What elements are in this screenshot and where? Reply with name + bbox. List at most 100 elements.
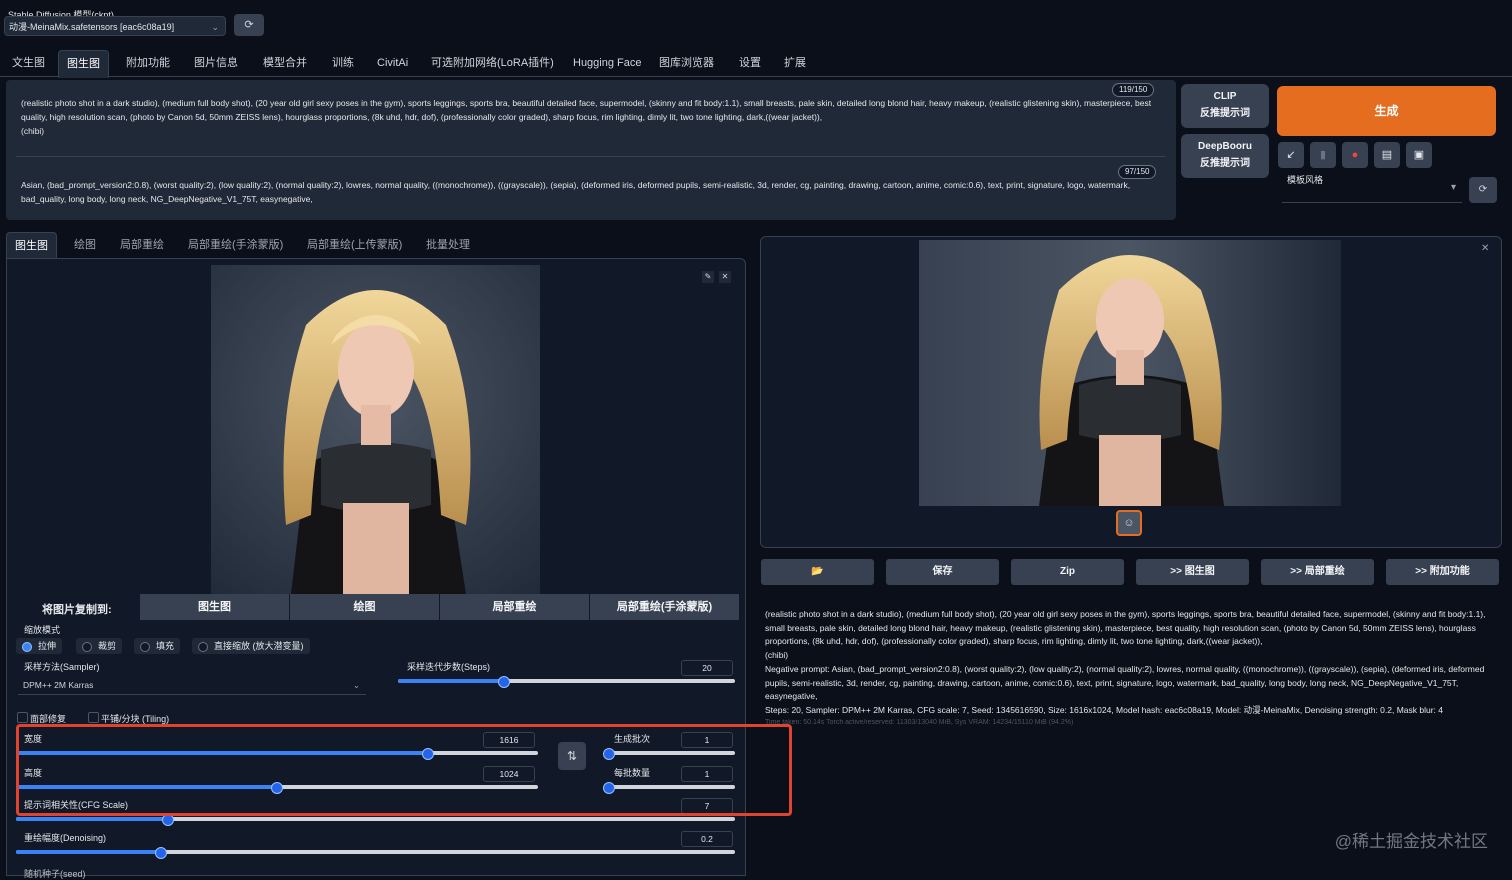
pencil-icon: ✎ bbox=[704, 272, 712, 281]
sampler-dropdown[interactable]: DPM++ 2M Karras ⌄ bbox=[18, 675, 366, 695]
refresh-checkpoint-button[interactable]: ⟳ bbox=[234, 14, 264, 36]
denoising-slider[interactable] bbox=[16, 847, 735, 859]
open-folder-button[interactable]: 📂 bbox=[761, 559, 874, 585]
denoising-input[interactable]: 0.2 bbox=[681, 831, 733, 847]
info-prompt: (realistic photo shot in a dark studio),… bbox=[765, 609, 1486, 647]
tiling-checkbox[interactable] bbox=[88, 712, 99, 723]
slider-knob[interactable] bbox=[154, 847, 167, 859]
clear-prompt-button[interactable]: ▮ bbox=[1310, 142, 1336, 168]
resize-option-label: 拉伸 bbox=[38, 641, 57, 651]
checkpoint-value: 动漫-MeinaMix.safetensors [eac6c08a19] bbox=[9, 22, 175, 32]
resize-option-fill[interactable]: 填充 bbox=[134, 638, 181, 654]
tab-hugging-face[interactable]: Hugging Face bbox=[565, 50, 650, 76]
prompt-token-counter: 119/150 bbox=[1112, 83, 1155, 97]
show-extra-networks-button[interactable]: ● bbox=[1342, 142, 1368, 168]
deepbooru-sublabel: 反推提示词 bbox=[1200, 158, 1250, 169]
tab-image-browser[interactable]: 图库浏览器 bbox=[651, 50, 722, 76]
slider-fill bbox=[16, 817, 167, 821]
save-style-button[interactable]: ▣ bbox=[1406, 142, 1432, 168]
refresh-styles-button[interactable]: ⟳ bbox=[1469, 177, 1497, 203]
positive-prompt-line3: (chibi) bbox=[21, 126, 45, 136]
steps-label: 采样迭代步数(Steps) bbox=[407, 662, 491, 672]
chevron-down-icon: ▾ bbox=[1450, 182, 1456, 193]
resize-option-stretch[interactable]: 拉伸 bbox=[16, 638, 63, 654]
slider-fill bbox=[398, 679, 504, 683]
copy-to-sketch-button[interactable]: 绘图 bbox=[290, 594, 439, 620]
chevron-down-icon: ⌄ bbox=[211, 22, 219, 32]
radio-dot bbox=[82, 642, 92, 652]
info-negative: Negative prompt: Asian, (bad_prompt_vers… bbox=[765, 663, 1485, 702]
trash-icon: ▮ bbox=[1319, 149, 1327, 161]
main-tabs: 文生图 图生图 附加功能 图片信息 模型合并 训练 CivitAi 可选附加网络… bbox=[0, 50, 1512, 78]
tab-txt2img[interactable]: 文生图 bbox=[4, 50, 53, 76]
tab-extras[interactable]: 附加功能 bbox=[118, 50, 178, 76]
edit-image-button[interactable]: ✎ bbox=[702, 271, 714, 283]
subtab-inpaint[interactable]: 局部重绘 bbox=[112, 232, 172, 258]
input-image[interactable] bbox=[211, 265, 540, 594]
denoising-label: 重绘幅度(Denoising) bbox=[24, 833, 107, 843]
subtab-sketch[interactable]: 绘图 bbox=[66, 232, 104, 258]
steps-input[interactable]: 20 bbox=[681, 660, 733, 676]
send-to-inpaint-button[interactable]: >> 局部重绘 bbox=[1261, 559, 1374, 585]
clipboard-icon: ▤ bbox=[1381, 149, 1393, 161]
copy-to-label: 将图片复制到: bbox=[42, 604, 112, 616]
tab-train[interactable]: 训练 bbox=[324, 50, 362, 76]
close-gallery-button[interactable]: ✕ bbox=[1481, 243, 1489, 254]
info-prompt-line2: (chibi) bbox=[765, 650, 789, 661]
tab-lora[interactable]: 可选附加网络(LoRA插件) bbox=[423, 50, 562, 76]
watermark-text: @稀土掘金技术社区 bbox=[1334, 832, 1488, 851]
info-params: Steps: 20, Sampler: DPM++ 2M Karras, CFG… bbox=[765, 704, 1443, 715]
copy-to-inpaint-button[interactable]: 局部重绘 bbox=[440, 594, 589, 620]
output-image[interactable] bbox=[919, 240, 1341, 506]
subtab-inpaint-upload[interactable]: 局部重绘(上传蒙版) bbox=[299, 232, 410, 258]
sampler-value: DPM++ 2M Karras bbox=[23, 680, 94, 690]
resize-option-crop[interactable]: 裁剪 bbox=[76, 638, 123, 654]
resize-option-latent[interactable]: 直接缩放 (放大潜变量) bbox=[192, 638, 310, 654]
radio-dot bbox=[140, 642, 150, 652]
clip-sublabel: 反推提示词 bbox=[1200, 108, 1250, 119]
clip-interrogate-button[interactable]: CLIP 反推提示词 bbox=[1181, 84, 1269, 128]
resize-mode-label: 缩放模式 bbox=[24, 625, 61, 635]
deepbooru-label: DeepBooru bbox=[1198, 141, 1252, 152]
tab-civitai[interactable]: CivitAi bbox=[369, 50, 416, 76]
generate-button[interactable]: 生成 bbox=[1277, 86, 1496, 136]
tab-model-merge[interactable]: 模型合并 bbox=[255, 50, 315, 76]
close-icon: ✕ bbox=[721, 272, 729, 281]
clip-label: CLIP bbox=[1213, 91, 1237, 102]
restore-faces-checkbox[interactable] bbox=[17, 712, 28, 723]
tab-extensions[interactable]: 扩展 bbox=[776, 50, 814, 76]
checkpoint-dropdown[interactable]: 动漫-MeinaMix.safetensors [eac6c08a19] ⌄ bbox=[4, 16, 226, 36]
resize-option-label: 直接缩放 (放大潜变量) bbox=[214, 641, 304, 651]
portrait-image bbox=[211, 265, 540, 594]
refresh-icon: ⟳ bbox=[244, 19, 254, 31]
read-params-button[interactable]: ↙ bbox=[1278, 142, 1304, 168]
send-to-extras-button[interactable]: >> 附加功能 bbox=[1386, 559, 1499, 585]
radio-dot bbox=[198, 642, 208, 652]
output-portrait-image bbox=[919, 240, 1341, 506]
tab-png-info[interactable]: 图片信息 bbox=[186, 50, 246, 76]
save-output-button[interactable]: 保存 bbox=[886, 559, 999, 585]
deepbooru-interrogate-button[interactable]: DeepBooru 反推提示词 bbox=[1181, 134, 1269, 178]
subtab-inpaint-sketch[interactable]: 局部重绘(手涂蒙版) bbox=[180, 232, 291, 258]
subtab-batch[interactable]: 批量处理 bbox=[418, 232, 478, 258]
zip-output-button[interactable]: Zip bbox=[1011, 559, 1124, 585]
positive-prompt-input[interactable]: (realistic photo shot in a dark studio),… bbox=[21, 96, 1161, 138]
sampler-label: 采样方法(Sampler) bbox=[24, 662, 100, 672]
clear-image-button[interactable]: ✕ bbox=[719, 271, 731, 283]
send-to-img2img-button[interactable]: >> 图生图 bbox=[1136, 559, 1249, 585]
negative-prompt-input[interactable]: Asian, (bad_prompt_version2:0.8), (worst… bbox=[21, 178, 1161, 206]
arrow-icon: ↙ bbox=[1286, 149, 1296, 161]
apply-style-button[interactable]: ▤ bbox=[1374, 142, 1400, 168]
output-thumbnail[interactable]: ☺ bbox=[1116, 510, 1142, 536]
img2img-sub-tabs: 图生图 绘图 局部重绘 局部重绘(手涂蒙版) 局部重绘(上传蒙版) 批量处理 bbox=[6, 232, 744, 259]
copy-to-inpaint-sketch-button[interactable]: 局部重绘(手涂蒙版) bbox=[590, 594, 739, 620]
subtab-img2img[interactable]: 图生图 bbox=[6, 232, 57, 259]
cfg-scale-slider[interactable] bbox=[16, 814, 735, 826]
styles-dropdown[interactable]: ▾ bbox=[1282, 180, 1462, 203]
resize-option-label: 填充 bbox=[156, 641, 175, 651]
steps-slider[interactable] bbox=[398, 676, 735, 688]
tab-settings[interactable]: 设置 bbox=[731, 50, 769, 76]
copy-to-img2img-button[interactable]: 图生图 bbox=[140, 594, 289, 620]
tab-img2img[interactable]: 图生图 bbox=[58, 50, 109, 78]
resize-option-label: 裁剪 bbox=[98, 641, 117, 651]
